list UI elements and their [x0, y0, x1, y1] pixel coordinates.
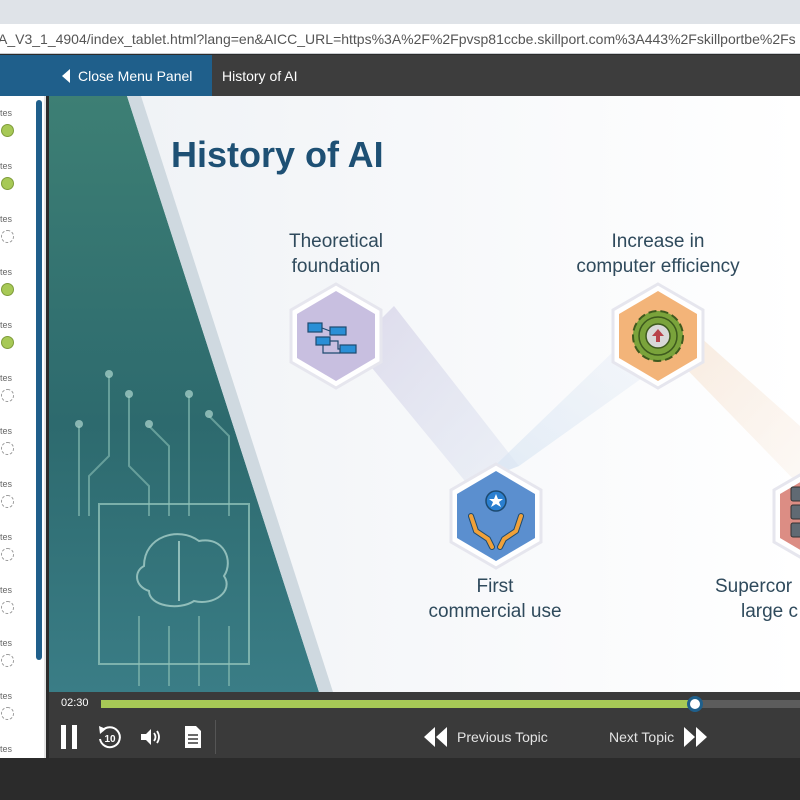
menu-item-duration: tes [0, 744, 13, 754]
menu-item-duration: tes [0, 532, 13, 542]
menu-item[interactable]: tes [0, 96, 40, 150]
milestone-label-efficiency: Increase in computer efficiency [555, 229, 761, 279]
completed-status-icon [1, 283, 14, 296]
seek-bar-area: 02:30 [49, 692, 800, 716]
menu-scrollbar[interactable] [36, 100, 42, 660]
not-started-status-icon [1, 230, 14, 243]
milestone-label-theoretical: Theoretical foundation [271, 229, 401, 279]
document-icon [185, 726, 201, 748]
menu-item-duration: tes [0, 373, 13, 383]
milestone-label-commercial: First commercial use [405, 574, 585, 624]
slide-content: History of AI Theoretical foundation Fir… [49, 96, 800, 692]
not-started-status-icon [1, 654, 14, 667]
menu-item[interactable]: tes [0, 732, 40, 758]
milestone-label-supercomputer: Supercor large c [715, 574, 800, 624]
menu-item[interactable]: tes [0, 573, 40, 627]
menu-item[interactable]: tes [0, 626, 40, 680]
server-stack-icon [772, 473, 800, 559]
menu-item[interactable]: tes [0, 361, 40, 415]
menu-item-duration: tes [0, 108, 13, 118]
browser-tab-strip [0, 0, 800, 24]
menu-item[interactable]: tes [0, 414, 40, 468]
menu-item-duration: tes [0, 426, 13, 436]
menu-item-duration: tes [0, 161, 13, 171]
pause-button[interactable] [57, 716, 81, 758]
milestone-line1: First [476, 576, 514, 597]
menu-item-duration: tes [0, 691, 13, 701]
milestone-line2: commercial use [428, 601, 562, 622]
pause-icon [61, 725, 77, 749]
flowchart-icon [289, 282, 383, 390]
menu-item[interactable]: tes [0, 202, 40, 256]
caret-left-icon [62, 68, 70, 83]
completed-status-icon [1, 336, 14, 349]
volume-icon [141, 729, 160, 745]
menu-item[interactable]: tes [0, 308, 40, 362]
url-text[interactable]: A_V3_1_4904/index_tablet.html?lang=en&AI… [0, 31, 796, 47]
not-started-status-icon [1, 442, 14, 455]
completed-status-icon [1, 177, 14, 190]
previous-topic-label: Previous Topic [457, 729, 548, 745]
player-controls: 10 Previous Topic Next Topic [49, 716, 800, 758]
not-started-status-icon [1, 707, 14, 720]
slide-title: History of AI [171, 134, 384, 175]
svg-text:10: 10 [104, 734, 116, 745]
gear-upload-icon [611, 282, 705, 390]
controls-divider [215, 720, 216, 754]
close-menu-panel-button[interactable]: Close Menu Panel [0, 55, 212, 96]
menu-item-duration: tes [0, 479, 13, 489]
menu-item[interactable]: tes [0, 520, 40, 574]
seek-thumb[interactable] [687, 696, 704, 712]
menu-item[interactable]: tes [0, 255, 40, 309]
menu-item[interactable]: tes [0, 467, 40, 521]
menu-item[interactable]: tes [0, 149, 40, 203]
double-chevron-left-icon [424, 727, 447, 747]
not-started-status-icon [1, 495, 14, 508]
not-started-status-icon [1, 548, 14, 561]
milestone-line2: large c [741, 601, 799, 622]
not-started-status-icon [1, 389, 14, 402]
seek-track[interactable] [101, 696, 800, 712]
volume-button[interactable] [138, 716, 164, 758]
double-chevron-right-icon [684, 727, 708, 747]
address-bar[interactable]: A_V3_1_4904/index_tablet.html?lang=en&AI… [0, 24, 800, 54]
menu-panel: tes tes tes tes tes tes tes tes tes tes tes tes tes [0, 96, 46, 758]
milestone-line2: foundation [291, 256, 381, 277]
taskbar-strip [0, 758, 800, 800]
completed-status-icon [1, 124, 14, 137]
current-time: 02:30 [61, 697, 89, 709]
menu-item-duration: tes [0, 214, 13, 224]
milestone-line1: Increase in [611, 231, 705, 252]
course-header: Close Menu Panel History of AI [0, 55, 800, 96]
milestone-line1: Theoretical [289, 231, 383, 252]
previous-topic-button[interactable]: Previous Topic [423, 716, 563, 758]
next-topic-button[interactable]: Next Topic [609, 716, 719, 758]
menu-item-duration: tes [0, 267, 13, 277]
course-player-window: A_V3_1_4904/index_tablet.html?lang=en&AI… [0, 0, 800, 800]
menu-item-duration: tes [0, 638, 13, 648]
next-topic-label: Next Topic [609, 729, 675, 745]
rewind-10-icon: 10 [99, 726, 121, 749]
seek-fill [101, 700, 696, 708]
milestone-line1: Supercor [715, 576, 793, 597]
not-started-status-icon [1, 601, 14, 614]
course-title: History of AI [222, 67, 298, 84]
transcript-button[interactable] [181, 716, 205, 758]
milestone-line2: computer efficiency [576, 256, 740, 277]
close-menu-label: Close Menu Panel [78, 67, 193, 84]
menu-item-duration: tes [0, 585, 13, 595]
menu-item-duration: tes [0, 320, 13, 330]
menu-item[interactable]: tes [0, 679, 40, 733]
hands-star-icon [449, 462, 543, 570]
rewind-10-button[interactable]: 10 [95, 716, 125, 758]
